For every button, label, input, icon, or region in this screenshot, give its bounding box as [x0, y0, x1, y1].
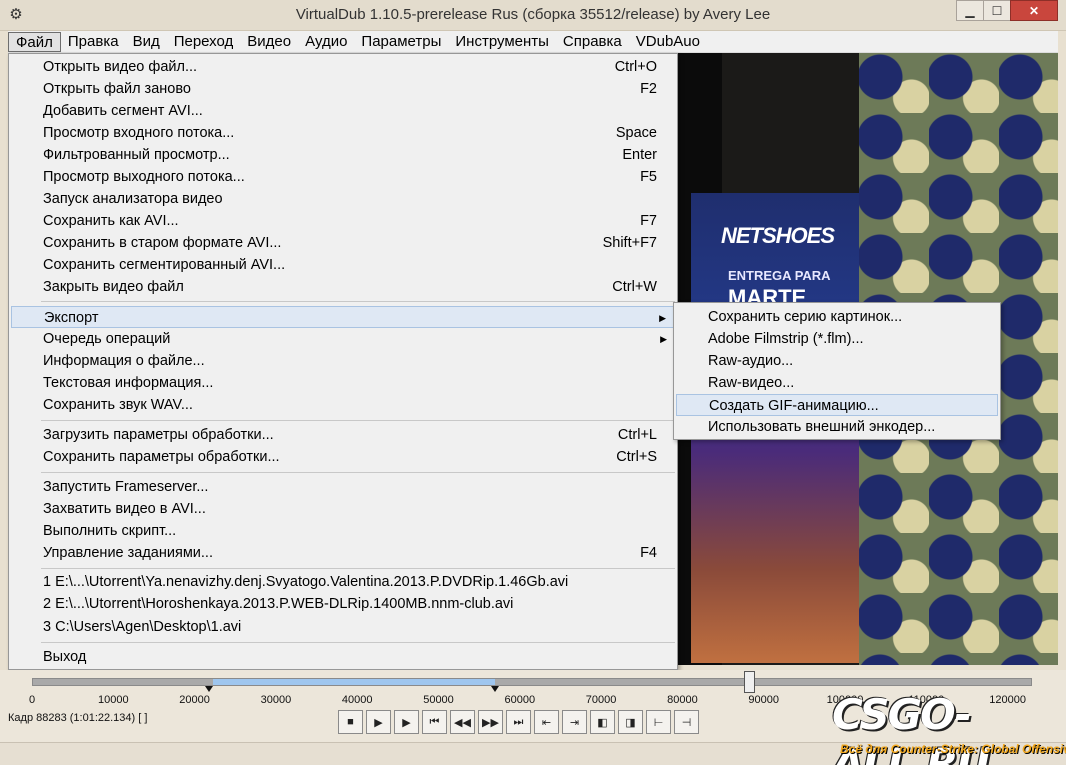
menu-item-file-info[interactable]: Информация о файле... — [11, 350, 675, 372]
menu-item-preview-filtered[interactable]: Фильтрованный просмотр... Enter — [11, 144, 675, 166]
tick-label: 60000 — [504, 694, 536, 706]
step-forward-icon[interactable]: ▶▶ — [478, 710, 503, 734]
menu-view[interactable]: Вид — [126, 32, 167, 52]
go-end-icon[interactable]: ⏭ — [506, 710, 531, 734]
transport-toolbar: ■ ▶ ▶ ⏮ ◀◀ ▶▶ ⏭ ⇤ ⇥ ◧ ◨ ⊢ ⊣ — [338, 710, 702, 734]
menu-bar: Файл Правка Вид Переход Видео Аудио Пара… — [8, 31, 1058, 53]
menu-item-save-segmented[interactable]: Сохранить сегментированный AVI... — [11, 254, 675, 276]
menu-audio[interactable]: Аудио — [298, 32, 354, 52]
menu-separator — [41, 472, 675, 473]
menu-item-export[interactable]: Экспорт ▶ — [11, 306, 675, 328]
scene-back-icon[interactable]: ◧ — [590, 710, 615, 734]
menu-item-close-video[interactable]: Закрыть видео файл Ctrl+W — [11, 276, 675, 298]
menu-item-recent-1[interactable]: 1 E:\...\Utorrent\Ya.nenavizhy.denj.Svya… — [11, 571, 675, 593]
submenu-item-filmstrip[interactable]: Adobe Filmstrip (*.flm)... — [676, 328, 998, 350]
tick-label: 10000 — [98, 694, 129, 706]
play-input-icon[interactable]: ▶ — [366, 710, 391, 734]
submenu-item-gif-animation[interactable]: Создать GIF-анимацию... — [676, 394, 998, 416]
menu-item-save-old-avi[interactable]: Сохранить в старом формате AVI... Shift+F… — [11, 232, 675, 254]
tick-label: 50000 — [423, 694, 454, 706]
menu-item-capture[interactable]: Захватить видео в AVI... — [11, 498, 675, 520]
menu-item-text-info[interactable]: Текстовая информация... — [11, 372, 675, 394]
menu-item-append-avi[interactable]: Добавить сегмент AVI... — [11, 100, 675, 122]
play-output-icon[interactable]: ▶ — [394, 710, 419, 734]
menu-item-frameserver[interactable]: Запустить Frameserver... — [11, 476, 675, 498]
menu-separator — [41, 420, 675, 421]
menu-separator — [41, 301, 675, 302]
window-controls: ▁ ☐ ✕ — [956, 0, 1058, 21]
tick-label: 40000 — [341, 694, 373, 706]
menu-item-reopen[interactable]: Открыть файл заново F2 — [11, 78, 675, 100]
submenu-item-raw-video[interactable]: Raw-видео... — [676, 372, 998, 394]
tick-label: 70000 — [585, 694, 617, 706]
watermark-logo: CSGO-ALL.RU Всё для Counter-Strike: Glob… — [832, 690, 1066, 765]
tick-label: 80000 — [667, 694, 698, 706]
menu-item-save-wav[interactable]: Сохранить звук WAV... — [11, 394, 675, 416]
timeline-panel: 0 10000 20000 30000 40000 50000 60000 70000 8000… — [0, 670, 1066, 765]
menu-item-open-video[interactable]: Открыть видео файл... Ctrl+O — [11, 56, 675, 78]
mark-out-icon[interactable]: ⊣ — [674, 710, 699, 734]
tick-label: 30000 — [260, 694, 292, 706]
menu-separator — [41, 642, 675, 643]
file-menu: Открыть видео файл... Ctrl+O Открыть файл… — [8, 53, 678, 670]
tick-label: 90000 — [748, 694, 779, 706]
menu-tools[interactable]: Инструменты — [448, 32, 556, 52]
menu-item-run-script[interactable]: Выполнить скрипт... — [11, 520, 675, 542]
frame-info: Кадр 88283 (1:01:22.134) [ ] — [8, 712, 148, 724]
menu-item-recent-3[interactable]: 3 C:\Users\Agen\Desktop\1.avi — [11, 616, 675, 638]
menu-options[interactable]: Параметры — [354, 32, 448, 52]
menu-item-save-avi[interactable]: Сохранить как AVI... F7 — [11, 210, 675, 232]
maximize-icon[interactable]: ☐ — [983, 0, 1011, 21]
timeline-selection — [213, 679, 495, 685]
menu-help[interactable]: Справка — [556, 32, 629, 52]
timeline-track[interactable] — [32, 678, 1032, 686]
submenu-item-image-sequence[interactable]: Сохранить серию картинок... — [676, 306, 998, 328]
selection-start-marker — [205, 686, 213, 692]
menu-item-load-settings[interactable]: Загрузить параметры обработки... Ctrl+L — [11, 424, 675, 446]
menu-video[interactable]: Видео — [240, 32, 298, 52]
tick-label: 20000 — [179, 694, 210, 706]
submenu-item-external-encoder[interactable]: Использовать внешний энкодер... — [676, 416, 998, 438]
submenu-item-raw-audio[interactable]: Raw-аудио... — [676, 350, 998, 372]
export-submenu: Сохранить серию картинок... Adobe Filmst… — [673, 302, 1001, 440]
watermark-subtitle: Всё для Counter-Strike: Global Offensive — [840, 742, 1066, 756]
go-start-icon[interactable]: ⏮ — [422, 710, 447, 734]
menu-item-exit[interactable]: Выход — [11, 646, 675, 668]
menu-item-job-control[interactable]: Управление заданиями... F4 — [11, 542, 675, 564]
close-icon[interactable]: ✕ — [1010, 0, 1058, 21]
title-bar: ⚙ VirtualDub 1.10.5-prerelease Rus (сбор… — [0, 0, 1066, 31]
submenu-arrow-icon: ▶ — [659, 313, 666, 323]
minimize-icon[interactable]: ▁ — [956, 0, 984, 21]
next-keyframe-icon[interactable]: ⇥ — [562, 710, 587, 734]
menu-file[interactable]: Файл — [8, 31, 61, 52]
tick-label: 0 — [28, 694, 36, 706]
mark-in-icon[interactable]: ⊢ — [646, 710, 671, 734]
menu-vdubauo[interactable]: VDubAuo — [629, 32, 707, 52]
step-back-icon[interactable]: ◀◀ — [450, 710, 475, 734]
submenu-arrow-icon: ▶ — [660, 334, 667, 344]
menu-item-preview-output[interactable]: Просмотр выходного потока... F5 — [11, 166, 675, 188]
menu-item-video-analyzer[interactable]: Запуск анализатора видео — [11, 188, 675, 210]
menu-item-job-queue[interactable]: Очередь операций ▶ — [11, 328, 675, 350]
menu-separator — [41, 568, 675, 569]
menu-item-recent-2[interactable]: 2 E:\...\Utorrent\Horoshenkaya.2013.P.WE… — [11, 593, 675, 615]
selection-end-marker — [491, 686, 499, 692]
video-tagline: ENTREGA PARA — [728, 268, 831, 283]
video-brand-text: NETSHOES — [721, 223, 835, 248]
stop-icon[interactable]: ■ — [338, 710, 363, 734]
menu-edit[interactable]: Правка — [61, 32, 126, 52]
menu-item-preview-input[interactable]: Просмотр входного потока... Space — [11, 122, 675, 144]
menu-item-save-settings[interactable]: Сохранить параметры обработки... Ctrl+S — [11, 446, 675, 468]
window-title: VirtualDub 1.10.5-prerelease Rus (сборка… — [295, 6, 771, 23]
scene-forward-icon[interactable]: ◨ — [618, 710, 643, 734]
menu-go[interactable]: Переход — [167, 32, 241, 52]
timeline-thumb[interactable] — [743, 671, 755, 693]
prev-keyframe-icon[interactable]: ⇤ — [534, 710, 559, 734]
